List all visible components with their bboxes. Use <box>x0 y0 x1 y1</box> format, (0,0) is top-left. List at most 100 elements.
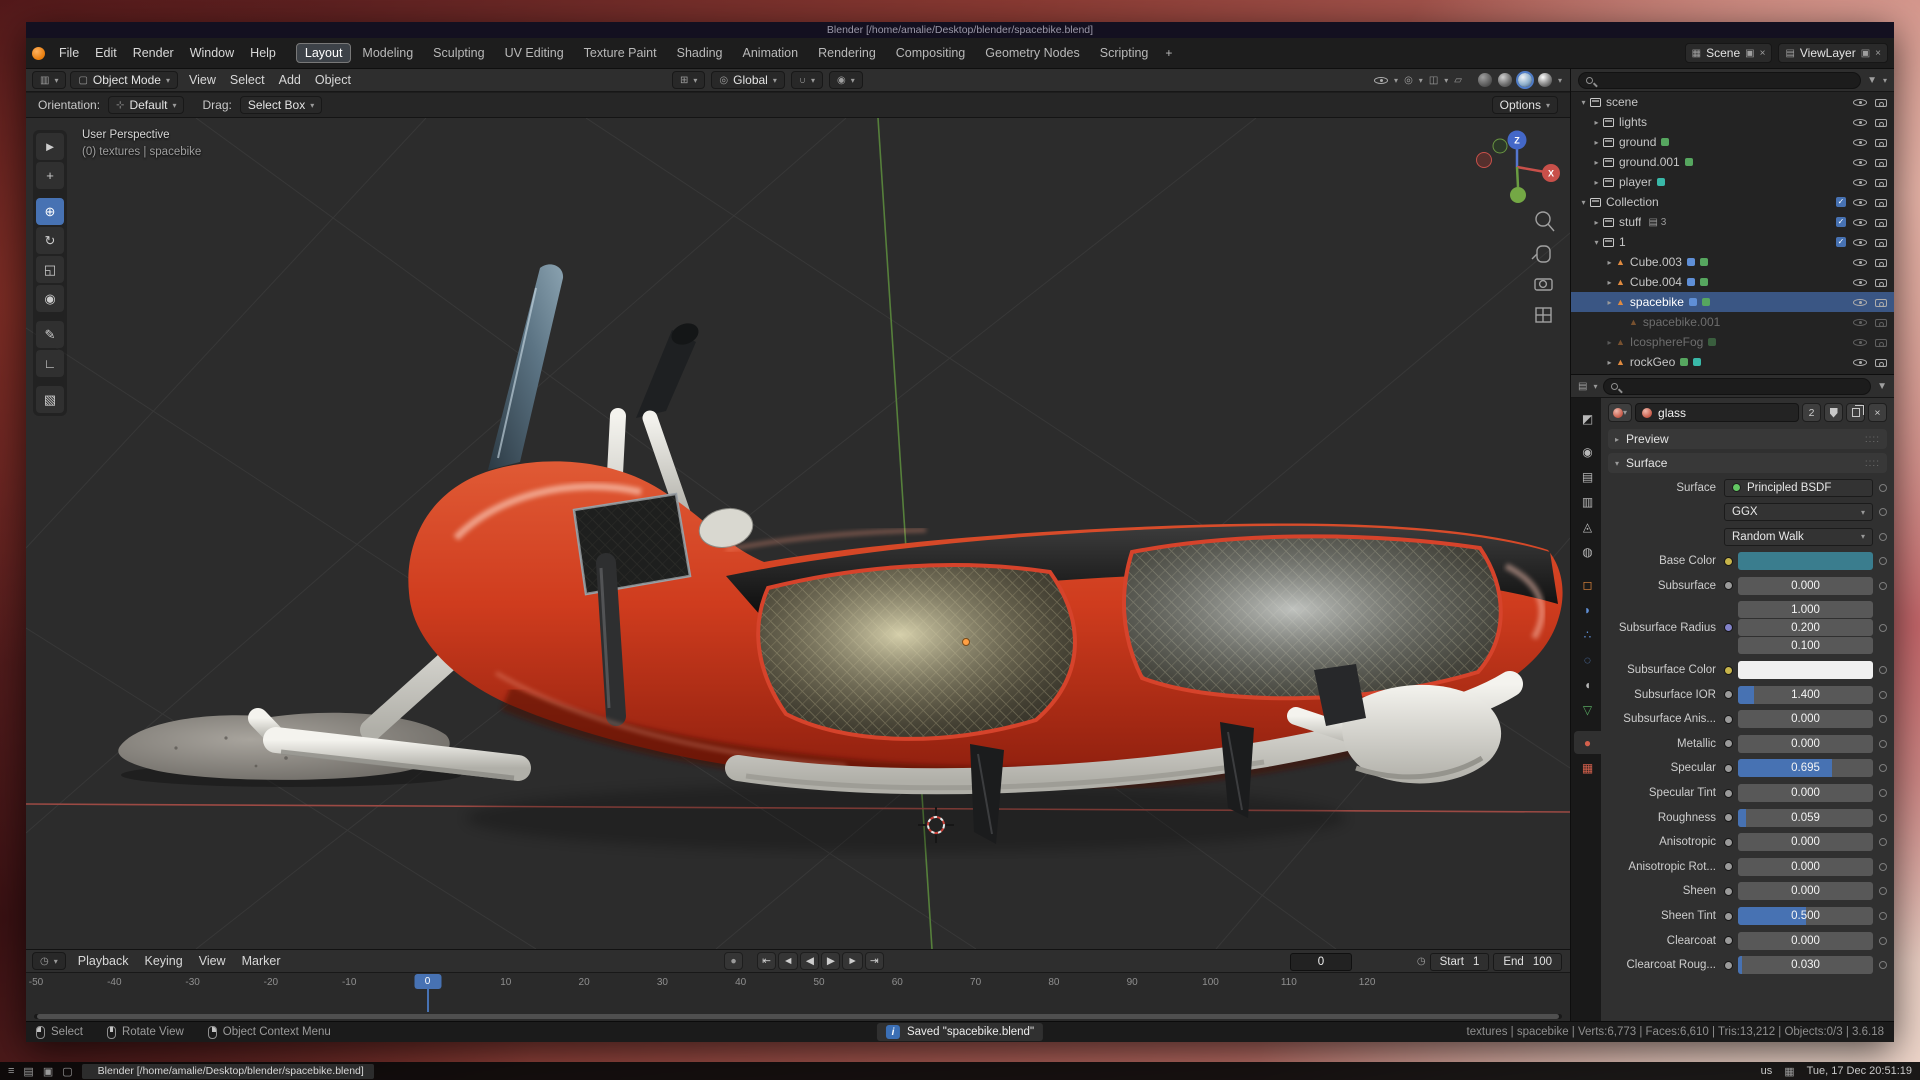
value-field[interactable]: 0.200 <box>1738 619 1873 636</box>
filter-icon[interactable]: ▼ <box>1867 75 1877 86</box>
fake-user-button[interactable] <box>1824 403 1843 422</box>
socket-icon[interactable] <box>1724 789 1733 798</box>
expand-arrow-icon[interactable]: ▾ <box>1577 98 1590 107</box>
outliner-item-cube-003[interactable]: ▸▲ Cube.003 <box>1571 252 1894 272</box>
render-visibility-icon[interactable] <box>1874 276 1888 289</box>
blender-logo-icon[interactable] <box>32 47 45 60</box>
menu-help[interactable]: Help <box>242 43 284 63</box>
viewport-menu-object[interactable]: Object <box>308 71 358 89</box>
tool-tweak-select[interactable]: ► <box>36 133 64 160</box>
collection-checkbox[interactable]: ✓ <box>1836 237 1846 247</box>
expand-arrow-icon[interactable]: ▸ <box>1590 218 1603 227</box>
workspace-tab-uv-editing[interactable]: UV Editing <box>496 43 573 63</box>
properties-filter-icon[interactable]: ▼ <box>1877 381 1887 392</box>
tool-scale[interactable]: ◱ <box>36 256 64 283</box>
decorator-icon[interactable] <box>1879 887 1887 895</box>
slider-clearcoat[interactable]: 0.000 <box>1738 932 1873 950</box>
viewport-menu-select[interactable]: Select <box>223 71 272 89</box>
timeline-editor-type-button[interactable]: ◷▾ <box>32 952 66 970</box>
menu-window[interactable]: Window <box>182 43 242 63</box>
new-material-button[interactable] <box>1846 403 1865 422</box>
socket-icon[interactable] <box>1724 666 1733 675</box>
hide-eye-icon[interactable] <box>1853 96 1867 109</box>
slider-clearcoat-roug[interactable]: 0.030 <box>1738 956 1873 974</box>
distribution-dropdown[interactable]: GGX▾ <box>1724 503 1873 521</box>
outliner-item-ground-001[interactable]: ▸ ground.001 <box>1571 152 1894 172</box>
hide-eye-icon[interactable] <box>1853 256 1867 269</box>
render-visibility-icon[interactable] <box>1874 156 1888 169</box>
workspace-tab-rendering[interactable]: Rendering <box>809 43 885 63</box>
slider-sheen[interactable]: 0.000 <box>1738 882 1873 900</box>
expand-arrow-icon[interactable]: ▸ <box>1603 258 1616 267</box>
value-field[interactable]: 0.100 <box>1738 637 1873 654</box>
tool-transform[interactable]: ◉ <box>36 285 64 312</box>
jump-to-start-button[interactable]: ⇤ <box>757 952 776 970</box>
workspace-tab-sculpting[interactable]: Sculpting <box>424 43 493 63</box>
shading-solid-icon[interactable] <box>1498 73 1512 87</box>
render-visibility-icon[interactable] <box>1874 236 1888 249</box>
hide-eye-icon[interactable] <box>1853 356 1867 369</box>
decorator-icon[interactable] <box>1879 764 1887 772</box>
auto-key-button[interactable]: ● <box>724 952 743 970</box>
mode-dropdown[interactable]: ▢ Object Mode ▾ <box>70 71 178 89</box>
browse-material-button[interactable]: ▾ <box>1608 403 1632 422</box>
socket-icon[interactable] <box>1724 912 1733 921</box>
hide-eye-icon[interactable] <box>1853 196 1867 209</box>
outliner-item-collection[interactable]: ▾ Collection ✓ <box>1571 192 1894 212</box>
window-titlebar[interactable]: Blender [/home/amalie/Desktop/blender/sp… <box>26 22 1894 38</box>
preview-panel-header[interactable]: ▸ Preview :::: <box>1608 429 1887 449</box>
slider-roughness[interactable]: 0.059 <box>1738 809 1873 827</box>
play-reverse-button[interactable]: ◀ <box>800 952 819 970</box>
hide-eye-icon[interactable] <box>1853 336 1867 349</box>
hide-eye-icon[interactable] <box>1853 296 1867 309</box>
outliner-item-lights[interactable]: ▸ lights <box>1571 112 1894 132</box>
slider-specular[interactable]: 0.695 <box>1738 759 1873 777</box>
socket-icon[interactable] <box>1724 623 1733 632</box>
decorator-icon[interactable] <box>1879 814 1887 822</box>
workspace-tab-texture-paint[interactable]: Texture Paint <box>575 43 666 63</box>
timeline-scrollbar[interactable] <box>34 1014 1562 1019</box>
timeline-menu-marker[interactable]: Marker <box>234 951 289 971</box>
properties-editor-dropdown-icon[interactable]: ▾ <box>1593 382 1597 391</box>
show-gizmo-icon[interactable]: ◎ <box>1404 75 1413 86</box>
decorator-icon[interactable] <box>1879 666 1887 674</box>
properties-tab-scene[interactable]: ◬ <box>1574 515 1601 538</box>
value-field[interactable]: 1.000 <box>1738 601 1873 618</box>
slider-sheen-tint[interactable]: 0.500 <box>1738 907 1873 925</box>
view-layer-selector[interactable]: ▤ ViewLayer ▣ × <box>1778 43 1888 63</box>
material-name-field[interactable]: glass <box>1635 403 1799 422</box>
editor-type-button[interactable]: ▥▾ <box>32 71 66 89</box>
hide-eye-icon[interactable] <box>1853 116 1867 129</box>
clock[interactable]: Tue, 17 Dec 20:51:19 <box>1807 1065 1912 1077</box>
xray-toggle-icon[interactable]: ▱ <box>1454 75 1462 86</box>
next-keyframe-button[interactable]: ► <box>842 952 862 970</box>
hide-eye-icon[interactable] <box>1853 156 1867 169</box>
properties-tab-object[interactable]: ◻ <box>1574 573 1601 596</box>
socket-icon[interactable] <box>1724 557 1733 566</box>
render-visibility-icon[interactable] <box>1874 96 1888 109</box>
shading-rendered-icon[interactable] <box>1538 73 1552 87</box>
workspace-tab-animation[interactable]: Animation <box>734 43 808 63</box>
decorator-icon[interactable] <box>1879 484 1887 492</box>
expand-arrow-icon[interactable]: ▸ <box>1603 278 1616 287</box>
expand-arrow-icon[interactable]: ▸ <box>1590 118 1603 127</box>
overlays-icon[interactable]: ◫ <box>1429 75 1438 86</box>
collection-checkbox[interactable]: ✓ <box>1836 197 1846 207</box>
socket-icon[interactable] <box>1724 715 1733 724</box>
hide-eye-icon[interactable] <box>1853 176 1867 189</box>
orientation-dropdown[interactable]: ⊹Default▾ <box>108 96 184 114</box>
browser-icon[interactable]: ▢ <box>62 1065 72 1078</box>
properties-search-input[interactable] <box>1603 378 1871 395</box>
add-workspace-button[interactable]: + <box>1158 44 1179 62</box>
menu-edit[interactable]: Edit <box>87 43 125 63</box>
menu-render[interactable]: Render <box>125 43 182 63</box>
decorator-icon[interactable] <box>1879 715 1887 723</box>
options-dropdown[interactable]: Options▾ <box>1492 96 1558 114</box>
jump-to-end-button[interactable]: ⇥ <box>865 952 884 970</box>
decorator-icon[interactable] <box>1879 582 1887 590</box>
unlink-scene-icon[interactable]: × <box>1760 48 1766 59</box>
tool-add-cube[interactable]: ▧ <box>36 386 64 413</box>
hide-eye-icon[interactable] <box>1853 276 1867 289</box>
hide-eye-icon[interactable] <box>1853 216 1867 229</box>
new-view-layer-icon[interactable]: ▣ <box>1861 48 1870 59</box>
